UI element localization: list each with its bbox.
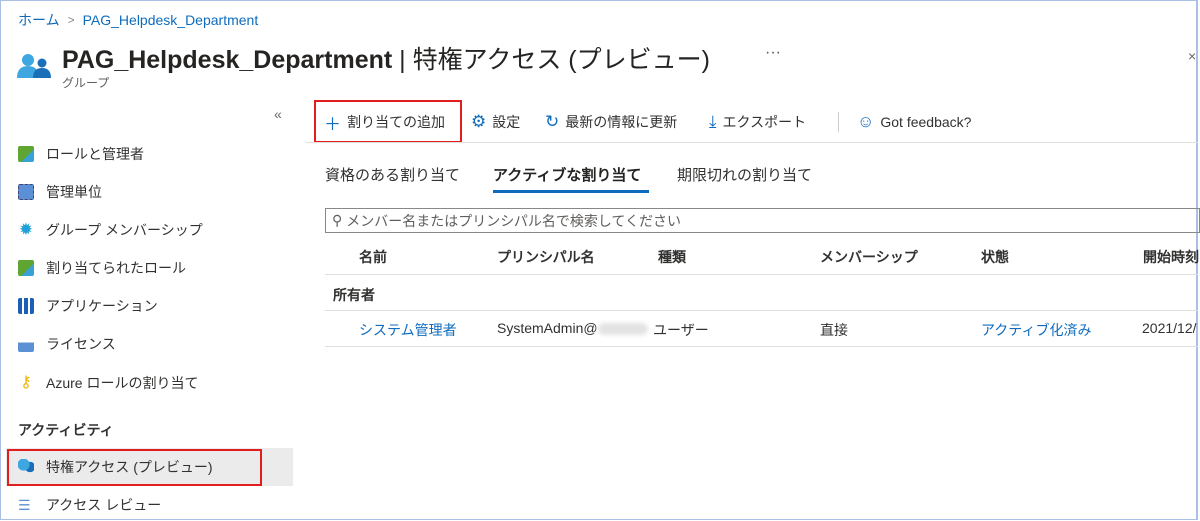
- search-icon: ⚲: [332, 212, 343, 228]
- more-options-button[interactable]: ···: [765, 44, 781, 62]
- chevron-right-icon: >: [67, 13, 75, 27]
- collapse-sidebar-button[interactable]: «: [274, 106, 282, 122]
- column-header-name[interactable]: 名前: [359, 247, 387, 267]
- button-label: エクスポート: [722, 114, 807, 130]
- column-header-type[interactable]: 種類: [658, 247, 686, 267]
- key-icon: ⚷: [20, 374, 32, 391]
- sidebar-item-label: 管理単位: [46, 184, 102, 200]
- sidebar-item-azure-roles[interactable]: ⚷ Azure ロールの割り当て: [18, 371, 198, 395]
- checklist-icon: ☰: [18, 497, 31, 513]
- tab-expired[interactable]: 期限切れの割り当て: [677, 164, 812, 185]
- page-title: PAG_Helpdesk_Department | 特権アクセス (プレビュー): [62, 40, 710, 76]
- sidebar-item-licenses[interactable]: ライセンス: [18, 332, 116, 356]
- refresh-icon: ↻: [545, 112, 560, 131]
- page-suffix: | 特権アクセス (プレビュー): [392, 46, 710, 74]
- redacted-domain: [597, 323, 648, 336]
- principal-name: SystemAdmin@: [497, 320, 648, 336]
- header-divider: [325, 274, 1198, 275]
- feedback-icon: ☺: [857, 112, 875, 131]
- sidebar-item-privileged-access[interactable]: 特権アクセス (プレビュー): [18, 455, 213, 479]
- license-icon: [18, 336, 34, 352]
- tab-eligible[interactable]: 資格のある割り当て: [325, 164, 460, 185]
- button-label: Got feedback?: [880, 114, 972, 130]
- role-user-icon: [18, 260, 34, 276]
- search-input[interactable]: ⚲ メンバー名またはプリンシパル名で検索してください: [325, 208, 1200, 233]
- sidebar-item-roles[interactable]: ロールと管理者: [18, 142, 144, 166]
- column-header-state[interactable]: 状態: [981, 247, 1009, 267]
- button-label: 割り当ての追加: [347, 114, 445, 130]
- sidebar-item-label: ロールと管理者: [46, 146, 144, 162]
- active-tab-indicator: [493, 190, 649, 193]
- tab-active[interactable]: アクティブな割り当て: [493, 164, 641, 185]
- download-icon: ⤓: [709, 112, 717, 131]
- sidebar-section-activity: アクティビティ: [18, 422, 114, 438]
- row-divider: [325, 346, 1198, 347]
- sidebar-item-applications[interactable]: アプリケーション: [18, 294, 158, 318]
- add-assignment-button[interactable]: ＋ 割り当ての追加: [324, 111, 445, 134]
- breadcrumb-home[interactable]: ホーム: [18, 10, 60, 30]
- sidebar-item-label: アクセス レビュー: [46, 497, 162, 513]
- group-label-owner: 所有者: [333, 287, 375, 303]
- gear-icon: ✹: [18, 220, 34, 239]
- sidebar-item-label: 割り当てられたロール: [46, 260, 186, 276]
- plus-icon: ＋: [324, 114, 341, 134]
- button-label: 設定: [492, 114, 521, 130]
- apps-grid-icon: [18, 298, 34, 314]
- sidebar-item-label: ライセンス: [46, 336, 116, 352]
- admin-unit-icon: [18, 184, 34, 200]
- search-placeholder: メンバー名またはプリンシパル名で検索してください: [346, 212, 682, 229]
- sidebar-item-label: アプリケーション: [46, 298, 158, 314]
- page-subtitle: グループ: [62, 76, 110, 90]
- column-header-principal[interactable]: プリンシパル名: [497, 247, 595, 267]
- state-link[interactable]: アクティブ化済み: [981, 320, 1091, 340]
- toolbar-divider: [306, 142, 1198, 143]
- sidebar-item-label: グループ メンバーシップ: [46, 222, 203, 238]
- button-label: 最新の情報に更新: [565, 114, 678, 130]
- column-header-start[interactable]: 開始時刻: [1143, 247, 1199, 267]
- export-button[interactable]: ⤓ エクスポート: [709, 111, 806, 133]
- member-type: ユーザー: [653, 322, 709, 338]
- principal-text: SystemAdmin@: [497, 320, 598, 336]
- feedback-button[interactable]: ☺ Got feedback?: [857, 111, 971, 133]
- role-user-icon: [18, 146, 34, 162]
- breadcrumb: ホーム > PAG_Helpdesk_Department: [18, 10, 258, 30]
- breadcrumb-current[interactable]: PAG_Helpdesk_Department: [83, 12, 259, 28]
- toolbar-divider: [838, 112, 839, 132]
- refresh-button[interactable]: ↻ 最新の情報に更新: [545, 111, 677, 133]
- group-icon: [17, 54, 51, 78]
- member-name-link[interactable]: システム管理者: [359, 320, 457, 340]
- sidebar-item-label: 特権アクセス (プレビュー): [46, 459, 213, 475]
- row-divider: [325, 310, 1198, 311]
- group-icon: [18, 459, 34, 475]
- sidebar-item-assigned-roles[interactable]: 割り当てられたロール: [18, 256, 186, 280]
- group-name: PAG_Helpdesk_Department: [62, 46, 393, 74]
- membership-type: 直接: [820, 322, 848, 338]
- sidebar-item-admin-units[interactable]: 管理単位: [18, 180, 102, 204]
- gear-icon: ⚙: [471, 112, 487, 131]
- settings-button[interactable]: ⚙ 設定: [471, 111, 520, 133]
- sidebar-item-access-reviews[interactable]: ☰ アクセス レビュー: [18, 493, 161, 517]
- sidebar-item-label: Azure ロールの割り当て: [46, 375, 199, 391]
- sidebar-item-group-membership[interactable]: ✹ グループ メンバーシップ: [18, 218, 203, 242]
- close-icon[interactable]: ×: [1188, 48, 1196, 64]
- start-time: 2021/12/: [1142, 320, 1197, 336]
- column-header-membership[interactable]: メンバーシップ: [820, 247, 918, 267]
